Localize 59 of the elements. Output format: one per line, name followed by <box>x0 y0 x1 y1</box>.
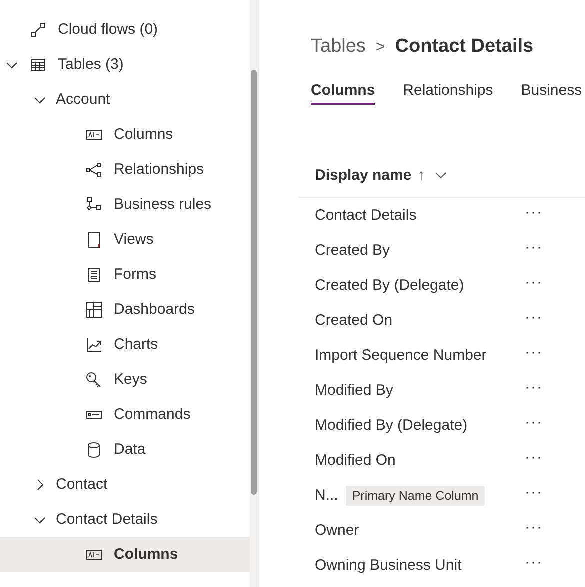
table-cell: Modified On <box>315 452 396 469</box>
dashboard-icon <box>86 302 102 318</box>
table-cell: Created By (Delegate) <box>315 277 464 294</box>
column-header[interactable]: Display name <box>315 166 412 184</box>
database-icon <box>86 442 102 458</box>
form-icon <box>86 266 102 282</box>
more-options-button[interactable]: ··· <box>525 274 543 291</box>
table-icon <box>30 56 46 72</box>
tree-item[interactable]: Business rules <box>0 187 250 222</box>
tree-item[interactable]: Columns <box>0 537 250 572</box>
page-title: Contact Details <box>395 36 534 58</box>
tree-item[interactable]: Charts <box>0 327 250 362</box>
more-options-button[interactable]: ··· <box>525 204 543 221</box>
tree-item[interactable]: Contact <box>0 467 250 502</box>
sort-indicator: ↑ <box>418 166 426 184</box>
table-cell: Owner <box>315 522 360 539</box>
table-cell: Modified By <box>315 382 394 399</box>
table-cell: Created By <box>315 242 390 259</box>
line-chart-icon <box>86 336 102 352</box>
flow-icon <box>30 22 46 38</box>
tree-item[interactable]: Tables (3) <box>0 47 250 82</box>
table-cell: Import Sequence Number <box>315 347 487 364</box>
more-options-button[interactable]: ··· <box>525 554 543 571</box>
more-options-button[interactable]: ··· <box>525 239 543 256</box>
tree-item[interactable]: Commands <box>0 397 250 432</box>
more-options-button[interactable]: ··· <box>525 344 543 361</box>
flowchart-icon <box>86 196 102 212</box>
breadcrumb-separator: > <box>376 39 386 57</box>
tree-item[interactable]: Forms <box>0 257 250 292</box>
document-icon <box>86 232 102 248</box>
table-cell: Modified By (Delegate) <box>315 417 468 434</box>
tab[interactable]: Relationships <box>403 82 494 105</box>
tab[interactable]: Business <box>521 82 582 105</box>
table-cell: Contact Details <box>315 207 417 224</box>
key-icon <box>86 372 102 388</box>
tree-item[interactable]: Views <box>0 222 250 257</box>
more-options-button[interactable]: ··· <box>525 309 543 326</box>
more-options-button[interactable]: ··· <box>525 449 543 466</box>
tree-item[interactable]: Cloud flows (0) <box>0 12 250 47</box>
scrollbar-thumb[interactable] <box>251 70 257 495</box>
tab[interactable]: Columns <box>311 82 376 105</box>
tree-item[interactable]: Columns <box>0 117 250 152</box>
scrollbar[interactable] <box>250 0 258 587</box>
tree-item[interactable]: Keys <box>0 362 250 397</box>
tree-item[interactable]: Contact Details <box>0 502 250 537</box>
table-cell: N... <box>315 487 338 504</box>
tree-item[interactable]: Account <box>0 82 250 117</box>
table-cell: Created On <box>315 312 393 329</box>
breadcrumb-link[interactable]: Tables <box>311 36 366 58</box>
more-options-button[interactable]: ··· <box>525 414 543 431</box>
more-options-button[interactable]: ··· <box>525 379 543 396</box>
tree-item[interactable]: Relationships <box>0 152 250 187</box>
tree-item[interactable]: Data <box>0 432 250 467</box>
more-options-button[interactable]: ··· <box>525 484 543 501</box>
relationship-icon <box>86 162 102 178</box>
primary-name-tag: Primary Name Column <box>346 486 485 506</box>
more-options-button[interactable]: ··· <box>525 519 543 536</box>
tree-item[interactable]: Dashboards <box>0 292 250 327</box>
table-cell: Owning Business Unit <box>315 557 462 574</box>
